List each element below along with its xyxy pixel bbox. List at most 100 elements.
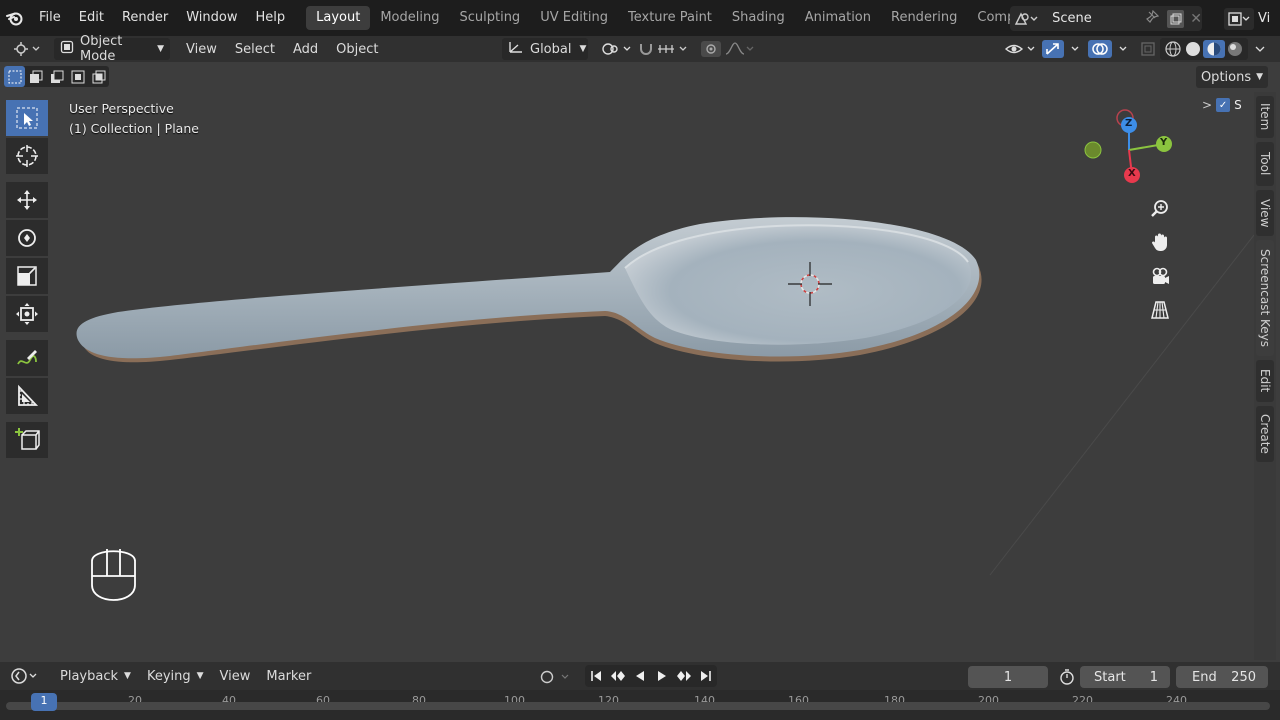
tab-screencast-keys[interactable]: Screencast Keys: [1256, 240, 1274, 356]
blender-logo-icon[interactable]: [0, 0, 30, 36]
start-frame-field[interactable]: Start 1: [1080, 666, 1170, 688]
viewport-canvas[interactable]: [0, 62, 1254, 660]
transform-tool-icon[interactable]: [6, 296, 48, 332]
menu-object[interactable]: Object: [330, 38, 384, 60]
scene-name[interactable]: Scene: [1052, 11, 1145, 26]
new-scene-icon[interactable]: [1167, 9, 1185, 28]
select-new-icon[interactable]: [4, 66, 25, 87]
add-cube-tool-icon[interactable]: [6, 422, 48, 458]
select-box-tool-icon[interactable]: [6, 100, 48, 136]
wireframe-shading-icon[interactable]: [1163, 40, 1183, 58]
material-shading-icon[interactable]: [1203, 40, 1225, 58]
spoon-model[interactable]: [76, 217, 982, 363]
options-dropdown[interactable]: Options ▼: [1196, 66, 1268, 88]
menu-window[interactable]: Window: [177, 5, 246, 31]
auto-keying-toggle[interactable]: [536, 666, 580, 688]
keying-menu[interactable]: Keying ▼: [139, 665, 212, 687]
select-invert-icon[interactable]: [67, 66, 88, 87]
camera-view-icon[interactable]: [1146, 262, 1174, 290]
current-frame-field[interactable]: 1: [968, 666, 1048, 688]
play-icon[interactable]: [651, 665, 673, 687]
sidebar-filter-checkbox[interactable]: ✓: [1216, 98, 1231, 112]
menu-file[interactable]: File: [30, 5, 70, 31]
end-frame-field[interactable]: End 250: [1176, 666, 1268, 688]
zoom-icon[interactable]: [1146, 194, 1174, 222]
menu-edit[interactable]: Edit: [70, 5, 113, 31]
close-scene-icon[interactable]: ✕: [1190, 11, 1202, 27]
viewport-perspective-label: User Perspective: [69, 101, 174, 116]
editor-type-button[interactable]: [6, 38, 48, 60]
annotate-tool-icon[interactable]: [6, 340, 48, 376]
timeline-view-menu[interactable]: View: [212, 665, 259, 687]
tab-edit[interactable]: Edit: [1256, 360, 1274, 402]
tab-shading[interactable]: Shading: [722, 6, 795, 30]
tool-shelf: [6, 100, 50, 460]
menu-add[interactable]: Add: [287, 38, 324, 60]
perspective-toggle-icon[interactable]: [1146, 296, 1174, 324]
scene-selector[interactable]: Scene ✕: [1010, 6, 1202, 31]
start-frame-value: 1: [1149, 669, 1158, 685]
playback-controls: [585, 665, 717, 687]
tab-uv-editing[interactable]: UV Editing: [530, 6, 618, 30]
rendered-shading-icon[interactable]: [1225, 40, 1245, 58]
jump-keyframe-forward-icon[interactable]: [673, 665, 695, 687]
tab-sculpting[interactable]: Sculpting: [449, 6, 530, 30]
pan-hand-icon[interactable]: [1146, 228, 1174, 256]
select-subtract-icon[interactable]: [46, 66, 67, 87]
sidebar-toggle[interactable]: > ✓ S: [1202, 98, 1242, 112]
overlays-icon: [1088, 40, 1127, 58]
jump-keyframe-back-icon[interactable]: [607, 665, 629, 687]
shading-modes[interactable]: [1160, 38, 1248, 60]
snap-toggle[interactable]: [632, 38, 700, 60]
shading-options-dropdown[interactable]: [1248, 38, 1272, 60]
options-label: Options: [1200, 69, 1252, 85]
tab-tool[interactable]: Tool: [1256, 142, 1274, 186]
viewport-header: Object Mode ▼ View Select Add Object Glo…: [0, 34, 1280, 64]
proportional-editing-toggle[interactable]: [694, 38, 762, 60]
tab-create[interactable]: Create: [1256, 406, 1274, 462]
orientation-icon: [508, 40, 524, 58]
menu-render[interactable]: Render: [113, 5, 177, 31]
stopwatch-icon[interactable]: [1056, 667, 1078, 687]
playback-menu[interactable]: Playback ▼: [52, 665, 139, 687]
orientation-label: Global: [530, 41, 572, 57]
solid-shading-icon[interactable]: [1183, 40, 1203, 58]
tab-animation[interactable]: Animation: [795, 6, 881, 30]
cursor-tool-icon[interactable]: [6, 138, 48, 174]
jump-end-icon[interactable]: [695, 665, 717, 687]
scale-tool-icon[interactable]: [6, 258, 48, 294]
tab-texture-paint[interactable]: Texture Paint: [618, 6, 722, 30]
object-mode-dropdown[interactable]: Object Mode ▼: [54, 34, 170, 64]
timeline-scrollbar[interactable]: [6, 702, 1270, 710]
playhead[interactable]: 1: [31, 693, 57, 711]
pivot-icon: [602, 43, 631, 55]
menu-view[interactable]: View: [180, 38, 223, 60]
tab-view[interactable]: View: [1256, 190, 1274, 236]
workspace-tabs: Layout Modeling Sculpting UV Editing Tex…: [306, 0, 1045, 36]
select-extend-icon[interactable]: [25, 66, 46, 87]
xray-icon: [1141, 42, 1155, 56]
jump-start-icon[interactable]: [585, 665, 607, 687]
tab-layout[interactable]: Layout: [306, 6, 371, 30]
pin-icon[interactable]: [1145, 9, 1160, 28]
menu-help[interactable]: Help: [247, 5, 295, 31]
transform-orientation-dropdown[interactable]: Global ▼: [502, 38, 588, 60]
tab-rendering[interactable]: Rendering: [881, 6, 967, 30]
gizmo-y-label: Y: [1160, 137, 1168, 148]
measure-tool-icon[interactable]: [6, 378, 48, 414]
move-tool-icon[interactable]: [6, 182, 48, 218]
tab-item[interactable]: Item: [1256, 96, 1274, 138]
view-layer-name[interactable]: Vi: [1258, 11, 1270, 26]
menu-select[interactable]: Select: [229, 38, 281, 60]
gizmo-z-label: Z: [1125, 118, 1133, 129]
scene-icon: [1014, 11, 1040, 27]
marker-menu[interactable]: Marker: [258, 665, 319, 687]
play-reverse-icon[interactable]: [629, 665, 651, 687]
xray-toggle[interactable]: [1134, 38, 1162, 60]
select-intersect-icon[interactable]: [88, 66, 109, 87]
rotate-tool-icon[interactable]: [6, 220, 48, 256]
timeline-editor-type-button[interactable]: [2, 665, 48, 687]
view-layer-selector[interactable]: Vi: [1224, 6, 1280, 31]
view-layer-icon: [1224, 7, 1254, 30]
tab-modeling[interactable]: Modeling: [370, 6, 449, 30]
